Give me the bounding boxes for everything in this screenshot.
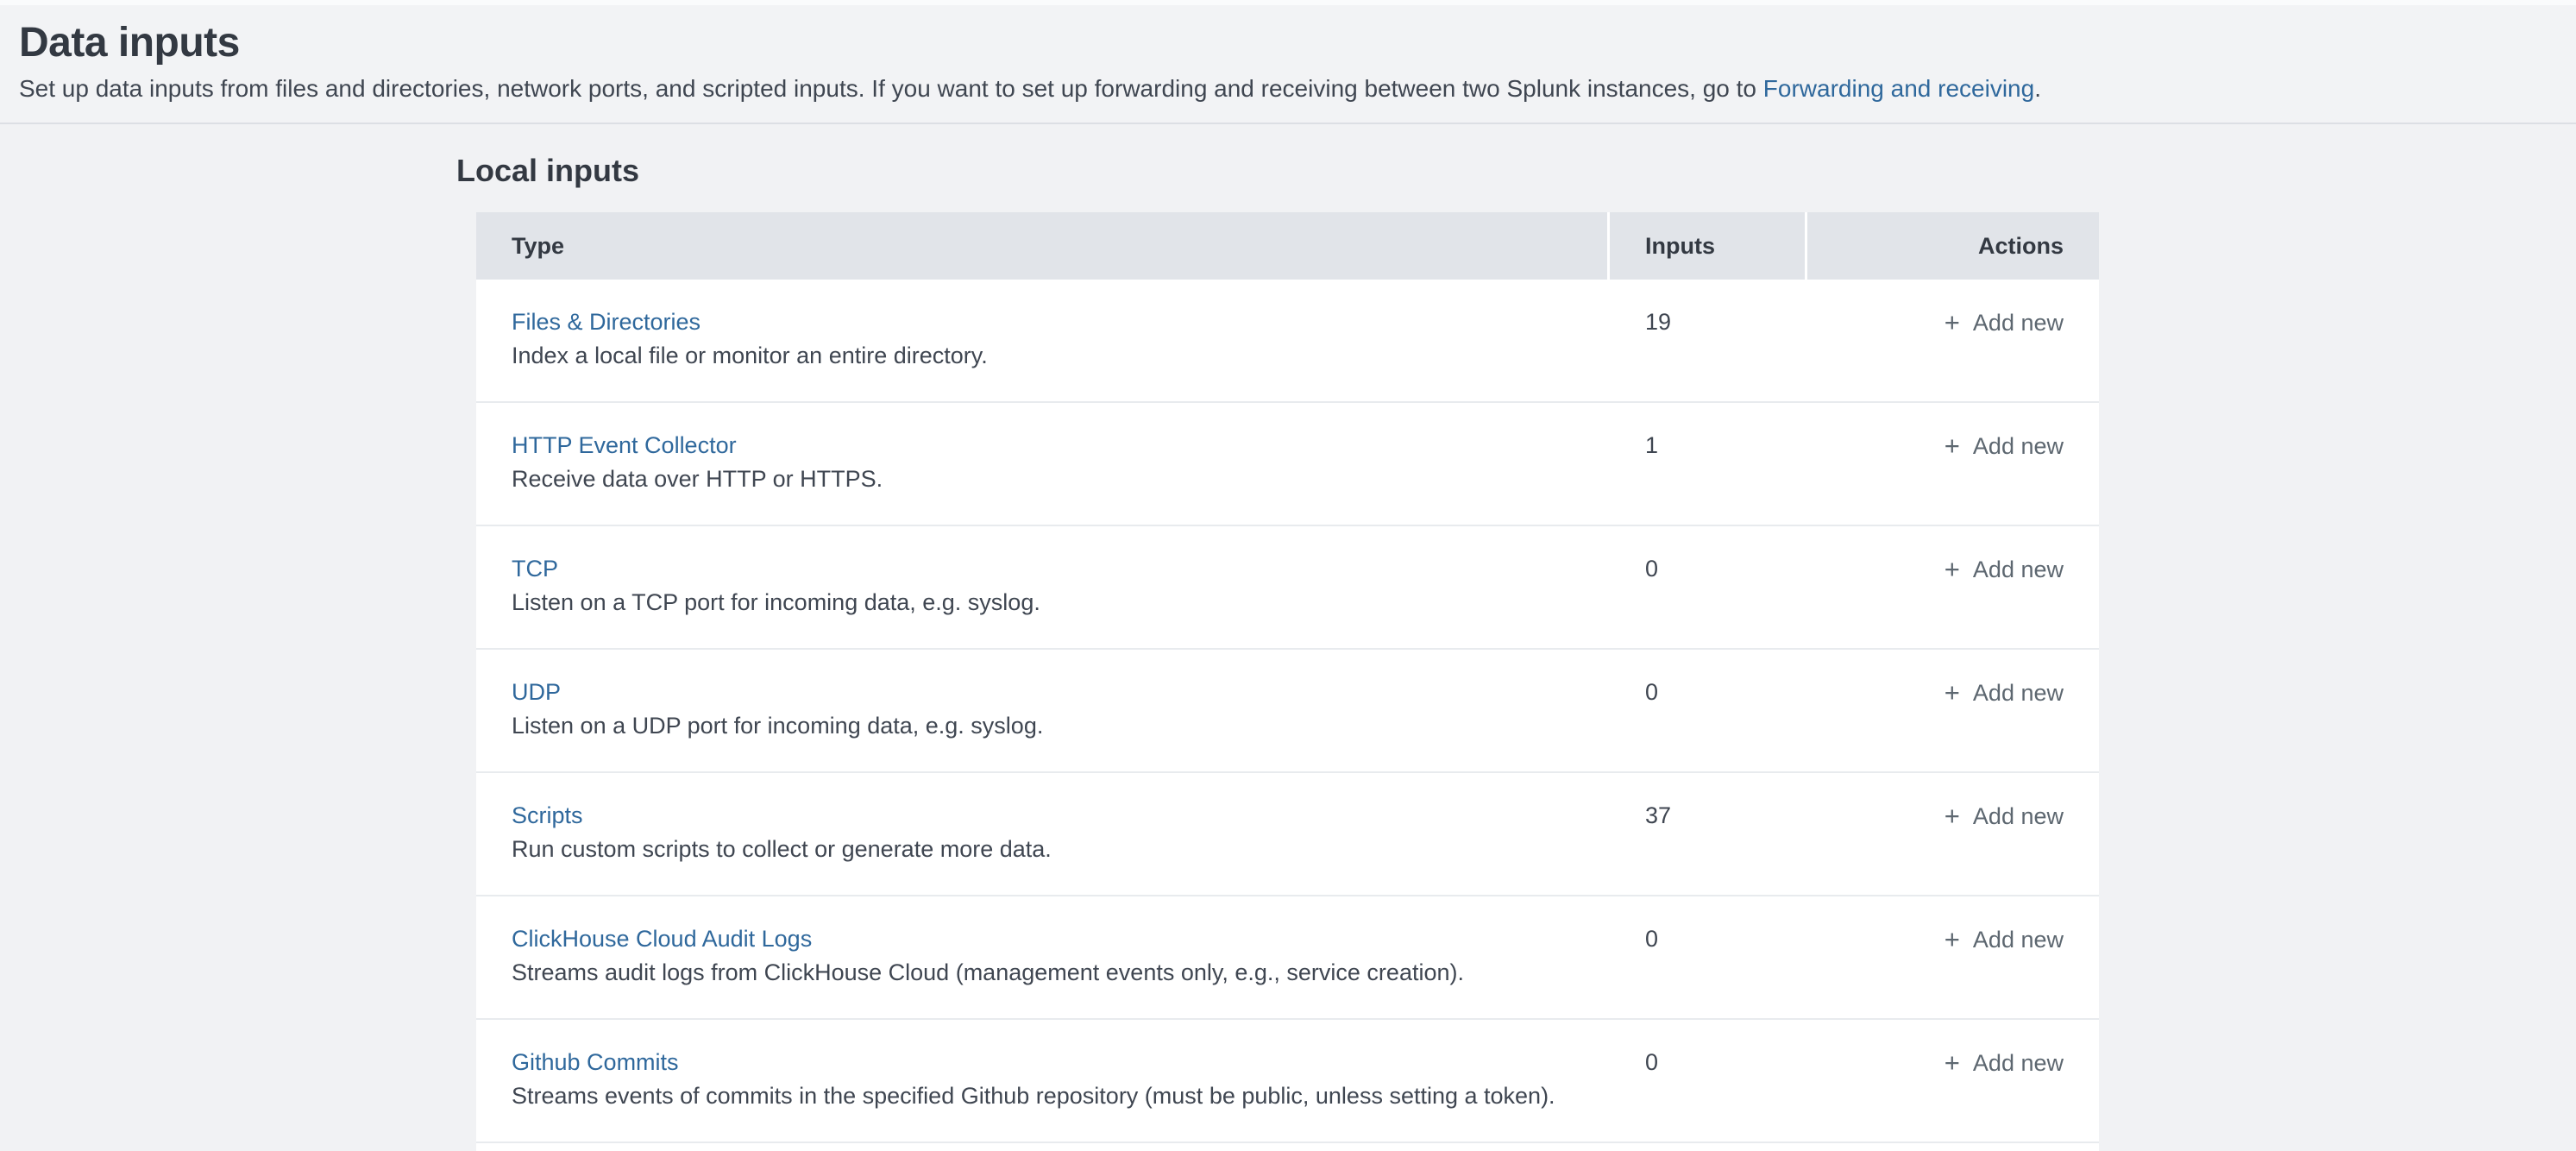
table-row: TCP Listen on a TCP port for incoming da… (476, 526, 2099, 650)
plus-icon: + (1945, 924, 1960, 954)
type-cell: Scripts Run custom scripts to collect or… (476, 773, 1610, 895)
input-type-link[interactable]: Scripts (512, 801, 583, 830)
add-new-label: Add new (1968, 1050, 2064, 1076)
add-new-link[interactable]: + Add new (1945, 803, 2064, 829)
input-type-link[interactable]: Files & Directories (512, 307, 701, 336)
actions-cell: + Add new (1807, 280, 2099, 401)
inputs-count: 0 (1610, 1020, 1807, 1142)
type-cell: ClickHouse Cloud Audit Logs Streams audi… (476, 896, 1610, 1018)
input-type-description: Receive data over HTTP or HTTPS. (512, 464, 1584, 494)
table-row: Scripts Run custom scripts to collect or… (476, 773, 2099, 896)
add-new-link[interactable]: + Add new (1945, 1050, 2064, 1076)
type-cell: TCP Listen on a TCP port for incoming da… (476, 526, 1610, 648)
page-title: Data inputs (19, 19, 2555, 67)
page-subtitle: Set up data inputs from files and direct… (19, 74, 2555, 104)
add-new-link[interactable]: + Add new (1945, 310, 2064, 336)
page-header: Data inputs Set up data inputs from file… (0, 5, 2576, 124)
plus-icon: + (1945, 677, 1960, 708)
add-new-label: Add new (1968, 433, 2064, 459)
main-content: Local inputs Type Inputs Actions Files &… (0, 124, 2576, 1151)
page-subtitle-text: Set up data inputs from files and direct… (19, 75, 1756, 102)
add-new-label: Add new (1968, 927, 2064, 953)
inputs-count: 1 (1610, 403, 1807, 525)
plus-icon: + (1945, 307, 1960, 337)
table-row: Github Commits Streams events of commits… (476, 1020, 2099, 1143)
input-type-description: Listen on a TCP port for incoming data, … (512, 588, 1584, 617)
inputs-count: 19 (1610, 280, 1807, 401)
inputs-count: 37 (1610, 773, 1807, 895)
table-row: ClickHouse Cloud Audit Logs Streams audi… (476, 896, 2099, 1020)
plus-icon: + (1945, 431, 1960, 461)
inputs-count: 0 (1610, 650, 1807, 771)
column-header-type: Type (476, 212, 1610, 280)
input-type-description: Run custom scripts to collect or generat… (512, 834, 1584, 864)
table-row: Files & Directories Index a local file o… (476, 280, 2099, 403)
add-new-link[interactable]: + Add new (1945, 680, 2064, 706)
add-new-label: Add new (1968, 803, 2064, 829)
inputs-count: 0 (1610, 896, 1807, 1018)
input-type-link[interactable]: ClickHouse Cloud Audit Logs (512, 924, 812, 953)
input-type-description: Streams events of commits in the specifi… (512, 1081, 1584, 1110)
actions-cell: + Add new (1807, 650, 2099, 771)
add-new-link[interactable]: + Add new (1945, 927, 2064, 953)
add-new-link[interactable]: + Add new (1945, 557, 2064, 582)
forwarding-and-receiving-link[interactable]: Forwarding and receiving (1763, 75, 2034, 102)
table-header-row: Type Inputs Actions (476, 212, 2099, 280)
table-body: Files & Directories Index a local file o… (476, 280, 2099, 1143)
plus-icon: + (1945, 554, 1960, 584)
add-new-label: Add new (1968, 680, 2064, 706)
input-type-link[interactable]: TCP (512, 554, 558, 583)
actions-cell: + Add new (1807, 526, 2099, 648)
type-cell: UDP Listen on a UDP port for incoming da… (476, 650, 1610, 771)
table-filler (476, 1143, 2099, 1151)
input-type-description: Streams audit logs from ClickHouse Cloud… (512, 958, 1584, 987)
column-header-inputs: Inputs (1610, 212, 1807, 280)
add-new-label: Add new (1968, 310, 2064, 336)
plus-icon: + (1945, 1047, 1960, 1078)
type-cell: Files & Directories Index a local file o… (476, 280, 1610, 401)
input-type-description: Listen on a UDP port for incoming data, … (512, 711, 1584, 740)
type-cell: Github Commits Streams events of commits… (476, 1020, 1610, 1142)
actions-cell: + Add new (1807, 773, 2099, 895)
input-type-link[interactable]: Github Commits (512, 1047, 679, 1077)
input-type-link[interactable]: HTTP Event Collector (512, 431, 737, 460)
page-subtitle-suffix: . (2034, 75, 2041, 102)
input-type-link[interactable]: UDP (512, 677, 561, 707)
actions-cell: + Add new (1807, 1020, 2099, 1142)
table-row: HTTP Event Collector Receive data over H… (476, 403, 2099, 526)
table-row: UDP Listen on a UDP port for incoming da… (476, 650, 2099, 773)
local-inputs-table: Type Inputs Actions Files & Directories … (476, 212, 2099, 1151)
plus-icon: + (1945, 801, 1960, 831)
actions-cell: + Add new (1807, 403, 2099, 525)
inputs-count: 0 (1610, 526, 1807, 648)
input-type-description: Index a local file or monitor an entire … (512, 341, 1584, 370)
add-new-label: Add new (1968, 557, 2064, 582)
type-cell: HTTP Event Collector Receive data over H… (476, 403, 1610, 525)
add-new-link[interactable]: + Add new (1945, 433, 2064, 459)
actions-cell: + Add new (1807, 896, 2099, 1018)
column-header-actions: Actions (1807, 212, 2099, 280)
local-inputs-heading: Local inputs (456, 154, 2576, 188)
